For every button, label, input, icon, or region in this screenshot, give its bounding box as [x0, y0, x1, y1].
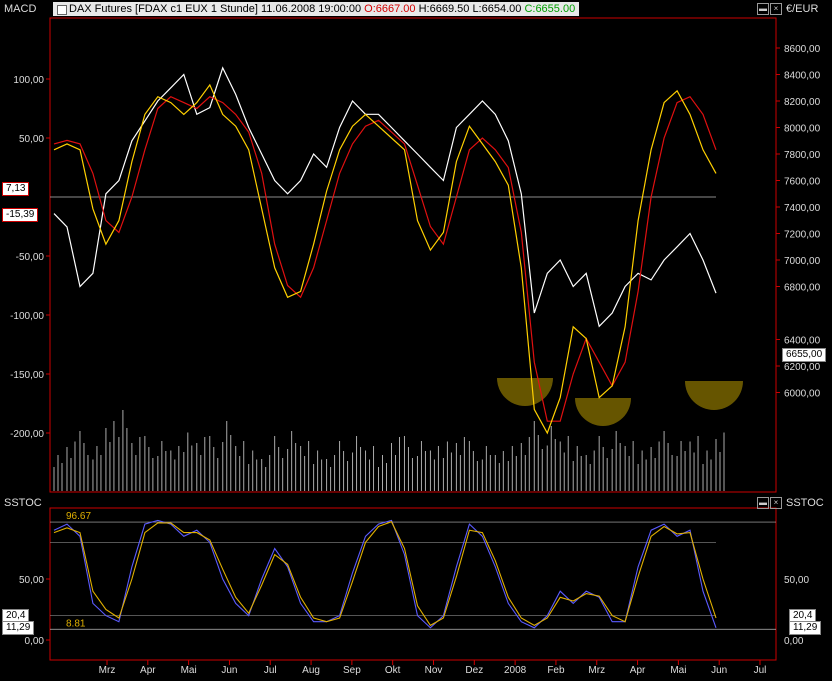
x-axis-month-label: Dez [465, 665, 483, 676]
sstoc-axis-tick-label-left: 50,00 [19, 575, 44, 586]
quote-header: DAX Futures [FDAX c1 EUX 1 Stunde] 11.06… [53, 2, 580, 16]
chart-canvas: 100,00 50,00 -50,00 -100,00 -150,00 -200,00 86… [10, 17, 821, 676]
highlight-marker [575, 398, 631, 426]
quote-high: H:6669.50 [418, 3, 470, 15]
sstoc-axis-tick-label-right: 50,00 [784, 575, 809, 586]
x-axis-month-label: Aug [302, 665, 320, 676]
chart-window: 100,00 50,00 -50,00 -100,00 -150,00 -200,00 86… [0, 0, 832, 676]
macd-axis-tick-label: 50,00 [19, 134, 44, 145]
signal-value-tag: -15,39 [2, 208, 39, 222]
price-axis-tick-label: 6200,00 [784, 362, 821, 373]
macd-axis-tick-label: -150,00 [10, 370, 44, 381]
close-icon[interactable]: × [770, 497, 782, 509]
instrument-name: DAX Futures [FDAX c1 EUX 1 Stunde] [69, 3, 258, 15]
highlight-marker [497, 378, 553, 406]
price-axis-tick-label: 8400,00 [784, 71, 821, 82]
price-axis-tick-label: 8600,00 [784, 44, 821, 55]
macd-value-tag: 7,13 [2, 182, 30, 196]
stoch-d-tag-left: 11,29 [2, 621, 35, 635]
price-axis-label: €/EUR [784, 3, 821, 15]
stoch-d-tag-right: 11,29 [789, 621, 822, 635]
price-axis-tick-label: 6800,00 [784, 283, 821, 294]
price-axis-tick-label: 8200,00 [784, 97, 821, 108]
macd-axis-tick-label: 100,00 [13, 75, 44, 86]
macd-axis-tick-label: -200,00 [10, 429, 44, 440]
stoch-k-line [53, 519, 717, 629]
x-axis-month-label: Mai [670, 665, 686, 676]
x-axis-month-label: Okt [385, 665, 401, 676]
macd-series-line [53, 83, 717, 435]
quote-datetime: 11.06.2008 19:00:00 [260, 3, 362, 15]
panel-label-sstoc: SSTOC [2, 497, 44, 509]
quote-close: C:6655.00 [524, 3, 576, 15]
x-axis-month-label: Sep [343, 665, 361, 676]
quote-open: O:6667.00 [364, 3, 416, 15]
price-axis-tick-label: 7800,00 [784, 150, 821, 161]
price-axis-tick-label: 8000,00 [784, 124, 821, 135]
lower-level-label: 8.81 [66, 618, 86, 629]
x-axis-month-label: Jul [754, 665, 767, 676]
sstoc-axis-tick-label-left: 0,00 [25, 636, 45, 647]
price-axis-tick-label: 7000,00 [784, 256, 821, 267]
price-axis-tick-label: 7200,00 [784, 230, 821, 241]
quote-low: L:6654.00 [472, 3, 522, 15]
last-price-tag: 6655,00 [782, 348, 827, 362]
sstoc-axis-label: SSTOC [784, 497, 826, 509]
price-axis-tick-label: 6000,00 [784, 389, 821, 400]
x-axis-month-label: Mai [181, 665, 197, 676]
x-axis-month-label: Feb [547, 665, 565, 676]
x-axis-month-label: Nov [425, 665, 443, 676]
panel-label-macd: MACD [2, 3, 39, 15]
x-axis-month-label: Mrz [99, 665, 116, 676]
price-axis-tick-label: 6400,00 [784, 336, 821, 347]
series-color-icon [57, 5, 67, 15]
x-axis-month-label: Apr [630, 665, 646, 676]
x-axis-month-label: Jun [711, 665, 727, 676]
x-axis-month-label: Jul [264, 665, 277, 676]
minimize-icon[interactable]: ▬ [757, 3, 769, 15]
upper-level-label: 96.67 [66, 511, 91, 522]
minimize-icon[interactable]: ▬ [757, 497, 769, 509]
x-axis-month-label: 2008 [504, 665, 527, 676]
signal-series-line [53, 95, 717, 422]
macd-axis-tick-label: -50,00 [16, 252, 45, 263]
stoch-d-line [53, 521, 717, 627]
price-axis-tick-label: 7600,00 [784, 177, 821, 188]
x-axis-month-label: Apr [140, 665, 156, 676]
macd-panel-frame [49, 17, 777, 493]
x-axis-month-label: Mrz [588, 665, 605, 676]
price-axis-tick-label: 7400,00 [784, 203, 821, 214]
close-icon[interactable]: × [770, 3, 782, 15]
macd-axis-tick-label: -100,00 [10, 311, 44, 322]
highlight-marker [685, 381, 743, 410]
sstoc-axis-tick-label-right: 0,00 [784, 636, 804, 647]
x-axis-month-label: Jun [221, 665, 237, 676]
